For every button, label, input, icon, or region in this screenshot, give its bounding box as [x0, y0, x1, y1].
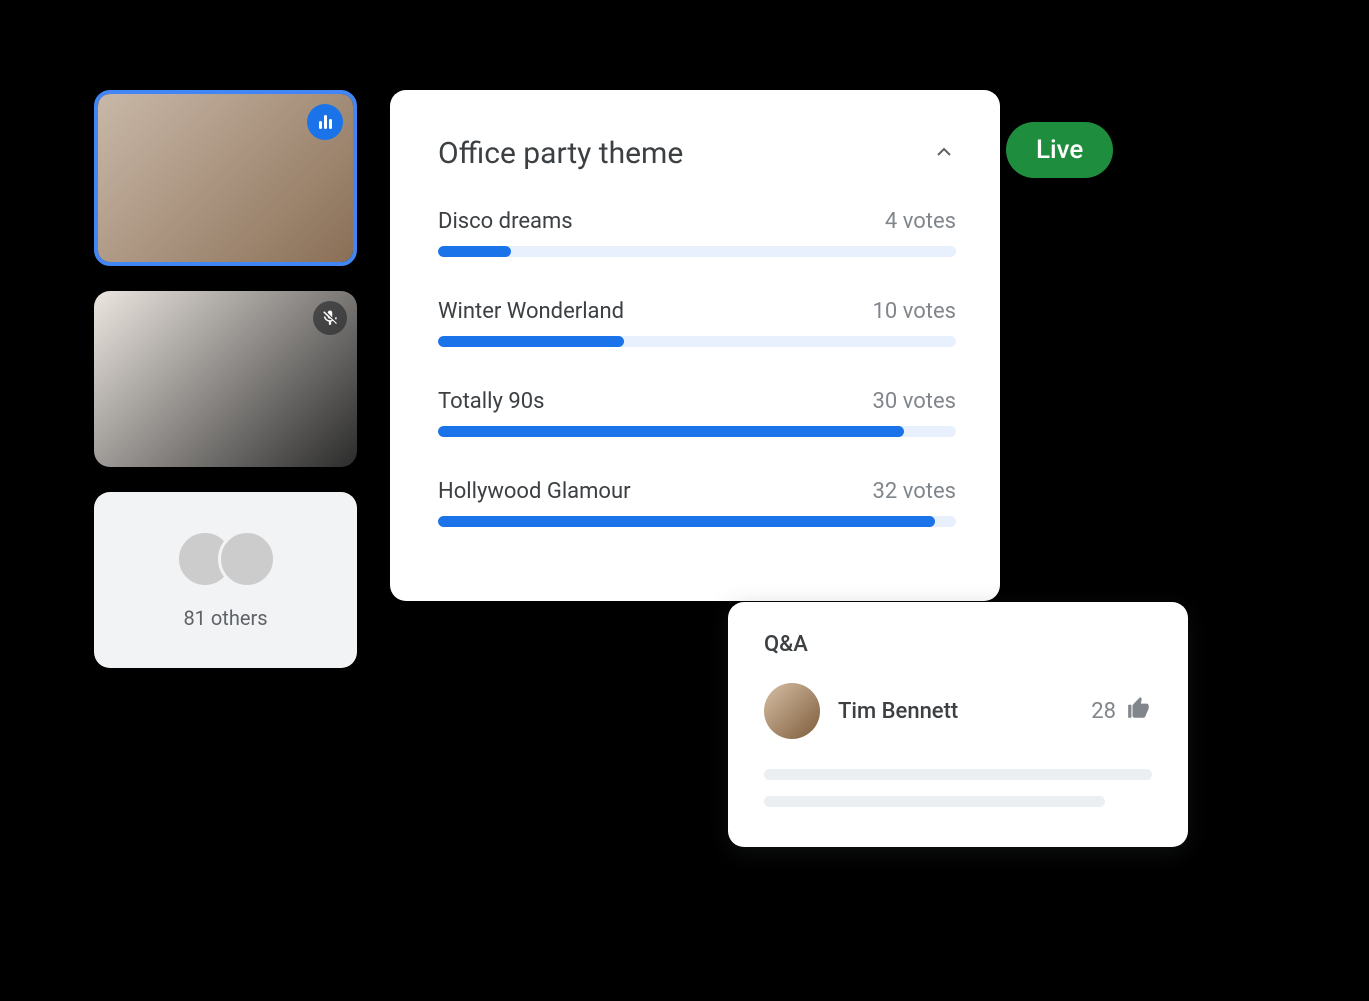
qa-card: Q&A Tim Bennett 28 [728, 602, 1188, 847]
poll-option[interactable]: Totally 90s 30 votes [438, 389, 956, 437]
poll-bar-track [438, 516, 956, 527]
poll-option-name: Disco dreams [438, 209, 573, 234]
speaking-indicator-icon [307, 104, 343, 140]
poll-option[interactable]: Disco dreams 4 votes [438, 209, 956, 257]
poll-option[interactable]: Hollywood Glamour 32 votes [438, 479, 956, 527]
qa-user-name: Tim Bennett [838, 699, 958, 724]
collapse-button[interactable] [932, 140, 956, 168]
poll-option-name: Winter Wonderland [438, 299, 624, 324]
poll-option[interactable]: Winter Wonderland 10 votes [438, 299, 956, 347]
avatar [764, 683, 820, 739]
participant-others-tile[interactable]: 81 others [94, 492, 357, 668]
poll-option-name: Totally 90s [438, 389, 544, 414]
poll-option-name: Hollywood Glamour [438, 479, 631, 504]
participant-tile-speaking[interactable] [94, 90, 357, 266]
poll-bar-track [438, 426, 956, 437]
poll-bar-fill [438, 516, 935, 527]
poll-card: Office party theme Disco dreams 4 votes Wi… [390, 90, 1000, 601]
poll-option-votes: 10 votes [873, 299, 956, 324]
mic-muted-icon [313, 301, 347, 335]
avatar [218, 530, 276, 588]
qa-title: Q&A [764, 632, 1152, 657]
poll-bar-fill [438, 426, 904, 437]
poll-option-votes: 4 votes [885, 209, 956, 234]
poll-bar-fill [438, 246, 511, 257]
participant-tile-muted[interactable] [94, 291, 357, 467]
poll-title: Office party theme [438, 136, 683, 171]
qa-text-placeholder-line [764, 769, 1152, 780]
thumbs-up-icon [1126, 695, 1152, 727]
poll-bar-fill [438, 336, 624, 347]
qa-text-placeholder-line [764, 796, 1105, 807]
qa-upvote-button[interactable]: 28 [1091, 695, 1152, 727]
others-count-label: 81 others [183, 606, 267, 630]
others-avatars [176, 530, 276, 588]
poll-bar-track [438, 336, 956, 347]
poll-option-votes: 32 votes [873, 479, 956, 504]
poll-bar-track [438, 246, 956, 257]
qa-upvote-count: 28 [1091, 699, 1116, 724]
participants-column: 81 others [94, 90, 357, 668]
live-badge: Live [1006, 122, 1113, 178]
qa-user[interactable]: Tim Bennett [764, 683, 958, 739]
poll-option-votes: 30 votes [873, 389, 956, 414]
